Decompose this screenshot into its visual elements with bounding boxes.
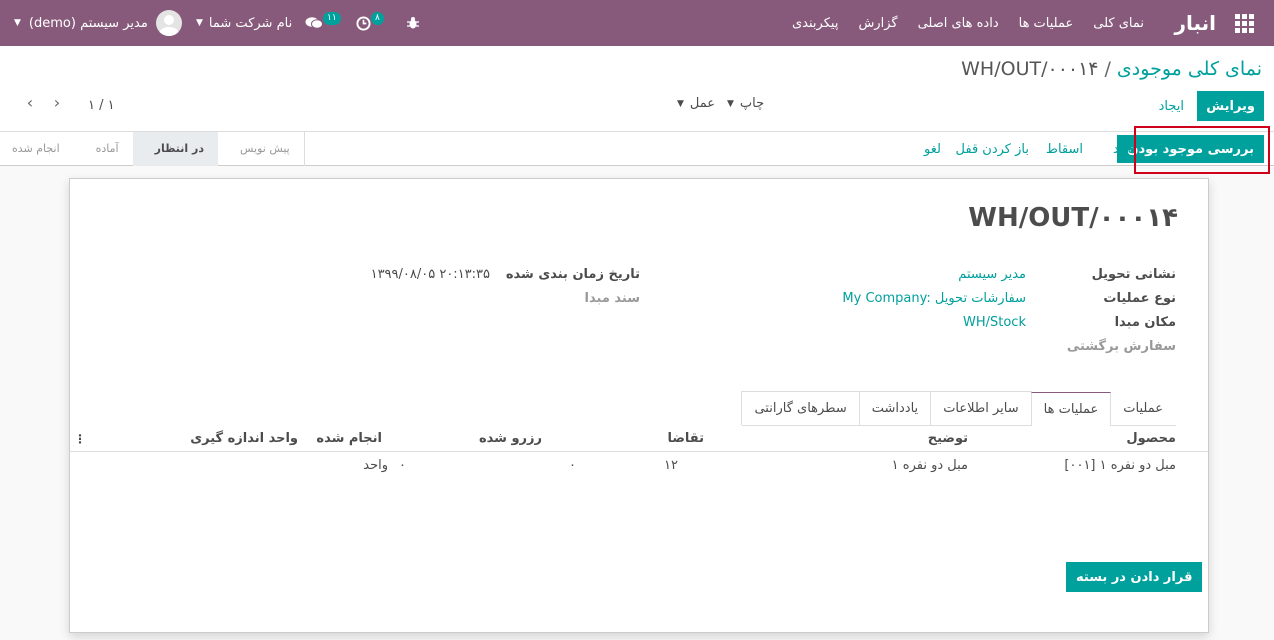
cell-description[interactable]: مبل دو نفره ۱	[892, 458, 968, 473]
app-brand[interactable]: انبار	[1174, 0, 1216, 46]
top-navbar: انبار نمای کلی عملیات ها داده های اصلی گ…	[0, 0, 1274, 46]
caret-down-icon: ▼	[727, 98, 734, 109]
action-label: عمل	[689, 96, 716, 111]
field-label-source-location: مکان مبدا	[1114, 315, 1176, 330]
column-description[interactable]: توضیح	[928, 431, 968, 446]
column-options-icon[interactable]: ⋮	[74, 432, 86, 446]
stage-draft[interactable]: پیش نویس	[218, 132, 304, 166]
caret-down-icon: ▼	[14, 18, 21, 28]
breadcrumb: نمای کلی موجودی /WH/OUT/۰۰۰۱۴	[961, 58, 1262, 80]
main-menu: نمای کلی عملیات ها داده های اصلی گزارش پ…	[782, 0, 1154, 46]
stage-waiting[interactable]: در انتظار	[132, 132, 218, 166]
source-location-value[interactable]: WH/Stock	[963, 315, 1026, 330]
delivery-address-value[interactable]: مدیر سیستم	[958, 267, 1026, 282]
column-product[interactable]: محصول	[1126, 431, 1176, 446]
company-name: نام شرکت شما	[208, 15, 293, 31]
cell-uom[interactable]: واحد	[363, 458, 388, 473]
caret-down-icon: ▼	[196, 18, 203, 28]
clock-icon	[356, 15, 371, 31]
cell-done[interactable]: ۰	[399, 458, 406, 473]
messaging-menu[interactable]: ۱۱	[305, 0, 341, 46]
message-count-badge: ۱۱	[323, 11, 341, 25]
record-title: WH/OUT/۰۰۰۱۴	[968, 203, 1178, 233]
menu-reporting[interactable]: گزارش	[848, 16, 907, 31]
activity-count-badge: ۸	[371, 11, 384, 25]
pager-previous-icon[interactable]: ‹	[20, 93, 40, 112]
notebook-tabs: عملیات عملیات ها سایر اطلاعات یادداشت سط…	[741, 391, 1176, 426]
field-label-source-document: سند مبدا	[584, 291, 640, 306]
cancel-button[interactable]: لغو	[915, 135, 950, 163]
user-menu[interactable]: مدیر سیستم (demo) ▼	[14, 0, 182, 46]
control-panel: نمای کلی موجودی /WH/OUT/۰۰۰۱۴ ویرایش ایجا…	[0, 46, 1274, 166]
confirm-button[interactable]: تأیید	[1104, 135, 1144, 163]
column-done[interactable]: انجام شده	[316, 431, 382, 446]
caret-down-icon: ▼	[677, 98, 684, 109]
column-uom[interactable]: واحد اندازه گیری	[190, 431, 298, 446]
scheduled-date-value[interactable]: ۱۳۹۹/۰۸/۰۵ ۲۰:۱۳:۳۵	[371, 267, 490, 282]
operation-type-value[interactable]: My Company: سفارشات تحویل	[842, 291, 1026, 306]
form-sheet: WH/OUT/۰۰۰۱۴ نشانی تحویل مدیر سیستم نوع …	[69, 178, 1209, 633]
menu-overview[interactable]: نمای کلی	[1083, 16, 1154, 31]
company-switcher[interactable]: نام شرکت شما ▼	[196, 0, 292, 46]
apps-menu-icon[interactable]	[1224, 0, 1264, 46]
tab-additional-info[interactable]: سایر اطلاعات	[930, 391, 1032, 425]
status-bar: بررسی موجود بودن تأیید اسقاط باز کردن قف…	[0, 131, 1274, 166]
field-label-scheduled-date: تاریخ زمان بندی شده	[505, 267, 640, 282]
tab-detailed-operations[interactable]: عملیات ها	[1030, 392, 1112, 426]
edit-button[interactable]: ویرایش	[1197, 91, 1264, 121]
field-label-backorder: سفارش برگشتی	[1066, 339, 1176, 354]
table-header: ⋮ محصول توضیح تقاضا رزرو شده انجام شده و…	[70, 424, 1208, 452]
pager-next-icon[interactable]: ›	[47, 93, 67, 112]
stage-bar: انجام شده آماده در انتظار پیش نویس	[0, 132, 305, 166]
column-reserved[interactable]: رزرو شده	[479, 431, 542, 446]
cell-reserved[interactable]: ۰	[569, 458, 576, 473]
pager-value[interactable]: ۱ / ۱	[88, 98, 115, 113]
stage-ready[interactable]: آماده	[74, 132, 133, 166]
activity-menu[interactable]: ۸	[356, 0, 384, 46]
cell-product[interactable]: [۰۰۱] مبل دو نفره ۱	[1064, 458, 1176, 473]
scrap-button[interactable]: اسقاط	[1037, 135, 1092, 163]
stage-done[interactable]: انجام شده	[0, 132, 74, 166]
comments-icon	[305, 17, 323, 29]
tab-warranty-lines[interactable]: سطرهای گارانتی	[741, 391, 860, 425]
print-label: چاپ	[739, 96, 765, 111]
menu-operations[interactable]: عملیات ها	[1009, 16, 1084, 31]
menu-configuration[interactable]: پیکربندی	[782, 16, 848, 31]
tab-note[interactable]: یادداشت	[858, 391, 932, 425]
debug-bug-icon[interactable]	[398, 0, 428, 46]
tab-operations[interactable]: عملیات	[1110, 391, 1176, 425]
avatar	[155, 10, 182, 36]
breadcrumb-current: WH/OUT/۰۰۰۱۴	[961, 58, 1099, 80]
print-dropdown[interactable]: ▼ چاپ	[727, 96, 764, 111]
breadcrumb-parent[interactable]: نمای کلی موجودی	[1117, 58, 1262, 80]
breadcrumb-separator: /	[1104, 58, 1111, 80]
unlock-button[interactable]: باز کردن قفل	[947, 135, 1038, 163]
field-label-operation-type: نوع عملیات	[1103, 291, 1176, 306]
action-dropdown[interactable]: ▼ عمل	[677, 96, 715, 111]
menu-master-data[interactable]: داده های اصلی	[908, 16, 1009, 31]
user-name: مدیر سیستم (demo)	[28, 15, 148, 31]
cell-demand[interactable]: ۱۲	[664, 458, 678, 473]
field-label-delivery-address: نشانی تحویل	[1091, 267, 1176, 282]
create-button[interactable]: ایجاد	[1155, 91, 1188, 121]
column-demand[interactable]: تقاضا	[667, 431, 704, 446]
put-in-pack-button[interactable]: قرار دادن در بسته	[1066, 562, 1203, 592]
